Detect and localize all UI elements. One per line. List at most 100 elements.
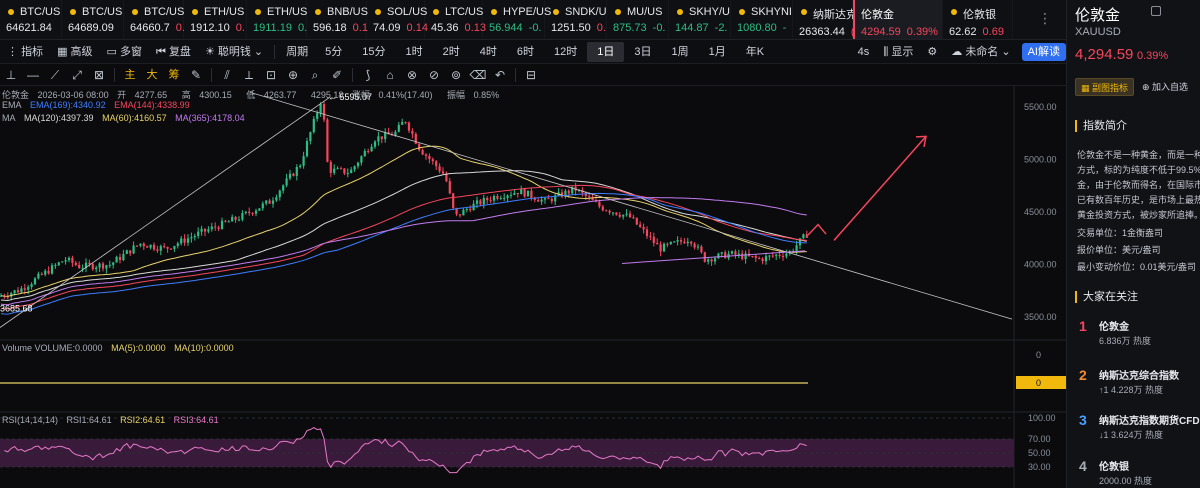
- ticker-price-row: 144.87 -2.: [675, 22, 730, 34]
- drawing-tool-icon[interactable]: ⫽: [216, 64, 238, 86]
- period-tab[interactable]: 1月: [699, 40, 736, 64]
- period-tab[interactable]: 15分: [352, 40, 395, 64]
- period-tab[interactable]: 1日: [587, 41, 625, 62]
- ticker-more-icon[interactable]: ⋮: [1034, 10, 1056, 30]
- chart-canvas[interactable]: 5500.005000.004500.004000.003500.00← 559…: [0, 86, 1066, 488]
- ticker-price-row: 875.73 -0.: [613, 22, 668, 34]
- ticker-item[interactable]: SOL/US 74.09 0.14: [367, 0, 428, 39]
- candle-body: [730, 251, 734, 254]
- period-tab[interactable]: 12时: [544, 40, 587, 64]
- ticker-change: 0.: [297, 22, 308, 34]
- candle-body: [353, 166, 356, 170]
- period-tab[interactable]: 3日: [624, 40, 661, 64]
- ticker-price: 45.36: [431, 22, 459, 34]
- drawing-tool-icon[interactable]: ⌫: [467, 64, 489, 86]
- ticker-symbol: MU/US: [613, 6, 668, 18]
- ticker-item[interactable]: LTC/US 45.36 0.13: [425, 0, 486, 39]
- candle-body: [537, 200, 540, 202]
- show-button[interactable]: ⫼ 显示: [876, 40, 920, 64]
- add-watchlist-button[interactable]: ⊕ 加入自选: [1137, 78, 1193, 96]
- drawing-tool-icon[interactable]: ✐: [326, 64, 348, 86]
- drawing-tool-icon[interactable]: —: [22, 64, 44, 86]
- drawing-tool-icon[interactable]: ⊕: [282, 64, 304, 86]
- settings-icon[interactable]: ⚙: [920, 40, 944, 64]
- drawing-tool-icon[interactable]: ⊠: [88, 64, 110, 86]
- rsi-tick-label: 30.00: [1028, 462, 1051, 472]
- drawing-tool-icon[interactable]: ✎: [185, 64, 207, 86]
- period-tab[interactable]: 5分: [315, 40, 352, 64]
- rank-name: 纳斯达克综合指数: [1099, 371, 1179, 382]
- ticker-item[interactable]: HYPE/US 56.944 -0.: [483, 0, 551, 39]
- drawing-tool-icon[interactable]: ⊘: [423, 64, 445, 86]
- ticker-item[interactable]: BTC/US 64621.84: [0, 0, 62, 39]
- candle-body: [679, 240, 683, 242]
- smart-money-button[interactable]: ☀ 聪明钱 ⌄: [198, 40, 270, 64]
- drawing-tool-icon[interactable]: 大: [141, 64, 163, 86]
- multi-window-button[interactable]: ▭ 多窗: [100, 40, 149, 64]
- advanced-button[interactable]: ▦ 高级: [50, 40, 99, 64]
- ticker-item[interactable]: ETH/US 1911.19 0.: [247, 0, 308, 39]
- candle-body: [479, 200, 482, 205]
- ticker-item[interactable]: BNB/US 596.18 0.1: [307, 0, 368, 39]
- ticker-item[interactable]: SKHYNI 1080.80-: [731, 0, 793, 39]
- copy-icon[interactable]: [1151, 6, 1161, 16]
- candle-body: [292, 173, 295, 176]
- candle-body: [673, 241, 676, 243]
- period-tab[interactable]: 1时: [396, 40, 433, 64]
- divider: [274, 44, 276, 59]
- period-tab[interactable]: 年K: [736, 40, 774, 64]
- drawing-tool-icon[interactable]: ⊗: [401, 64, 423, 86]
- ticker-item[interactable]: SNDK/U 1251.50 0.: [545, 0, 607, 39]
- drawing-tool-icon[interactable]: ↶: [489, 64, 511, 86]
- drawing-tool-icon[interactable]: ⊚: [445, 64, 467, 86]
- candle-body: [248, 211, 251, 214]
- drawing-tool-icon[interactable]: ⊟: [520, 64, 542, 86]
- ticker-item[interactable]: BTC/US 64660.7 0.: [124, 0, 185, 39]
- chart-area[interactable]: 5500.00 5000.00 4500.00 4000.00 3500.00 ← 559…: [0, 86, 1066, 488]
- ticker-change: -0.: [528, 22, 542, 34]
- sub-chart-indicator-button[interactable]: ▦ 副图指标: [1075, 78, 1135, 96]
- candle-body: [142, 243, 145, 247]
- drawing-tool-icon[interactable]: 筹: [163, 64, 185, 86]
- ticker-price: 144.87: [675, 22, 709, 34]
- candle-body: [282, 185, 285, 191]
- indicators-button[interactable]: ⋮ 指标: [0, 40, 50, 64]
- drawing-tool-icon[interactable]: ⟆: [357, 64, 379, 86]
- candle-body: [200, 228, 203, 232]
- ai-interpret-button[interactable]: AI解读: [1021, 42, 1066, 61]
- drawing-tool-icon[interactable]: ⤢: [66, 64, 88, 86]
- drawing-tool-icon[interactable]: ⌕: [304, 64, 326, 86]
- drawing-tool-icon[interactable]: ⊥: [0, 64, 22, 86]
- ticker-item[interactable]: MU/US 875.73 -0.: [607, 0, 669, 39]
- period-tab[interactable]: 2时: [433, 40, 470, 64]
- ticker-price-row: 62.62 0.69: [949, 26, 1012, 38]
- period-tab[interactable]: 6时: [507, 40, 544, 64]
- drawing-tool-icon[interactable]: ⌂: [379, 64, 401, 86]
- show-label: 显示: [891, 45, 914, 58]
- review-button[interactable]: ⏮ 复盘: [149, 40, 198, 64]
- drawing-tool-icon[interactable]: 主: [119, 64, 141, 86]
- high-label: 高: [181, 90, 191, 100]
- refresh-interval[interactable]: 4s: [851, 40, 877, 64]
- candle-body: [625, 213, 628, 215]
- candle-body: [622, 214, 625, 217]
- layout-button[interactable]: ☁ 未命名 ⌄: [944, 40, 1017, 64]
- drawing-tool-icon[interactable]: ⟋: [44, 64, 66, 86]
- drawing-tool-icon[interactable]: ⊡: [260, 64, 282, 86]
- drawing-tool-icon[interactable]: ⟂: [238, 64, 260, 86]
- volume-badge-label: 0: [1036, 378, 1041, 388]
- ticker-item[interactable]: 伦敦金 4294.59 0.39%: [853, 0, 943, 39]
- ticker-item[interactable]: SKHY/U 144.87 -2.: [669, 0, 731, 39]
- panel-change: 0.39%: [1137, 50, 1169, 62]
- ticker-item[interactable]: ETH/US 1912.10 0.: [184, 0, 247, 39]
- candle-body: [101, 263, 105, 269]
- candle-body: [373, 141, 377, 147]
- period-tab[interactable]: 4时: [470, 40, 507, 64]
- candle-body: [156, 249, 159, 251]
- ticker-item[interactable]: 纳斯达克 26363.44(: [793, 0, 857, 39]
- period-tab[interactable]: 1周: [662, 40, 699, 64]
- candle-body: [27, 286, 30, 290]
- ticker-item[interactable]: 伦敦银 62.62 0.69: [943, 0, 1013, 39]
- ticker-item[interactable]: BTC/US 64689.09: [62, 0, 124, 39]
- legend-high: 高 4300.15: [182, 90, 238, 100]
